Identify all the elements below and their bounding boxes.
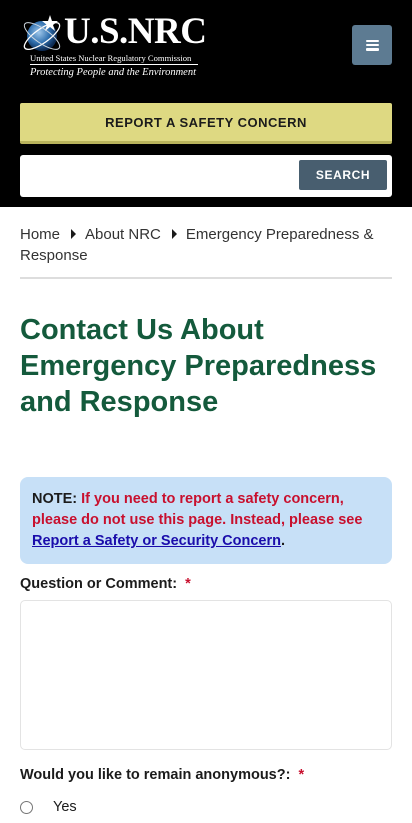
report-safety-concern-button[interactable]: REPORT A SAFETY CONCERN (20, 103, 392, 144)
caret-right-icon (171, 229, 177, 239)
menu-button[interactable] (352, 25, 392, 65)
breadcrumb-divider (20, 277, 392, 279)
search-button[interactable]: SEARCH (299, 160, 387, 190)
radio-yes[interactable] (20, 800, 33, 814)
anonymous-label: Would you like to remain anonymous?: * (20, 767, 304, 783)
logo-title: U.S.NRC (64, 11, 207, 52)
note-alert: NOTE: If you need to report a safety con… (20, 477, 392, 564)
question-textarea[interactable] (20, 600, 392, 750)
nrc-logo[interactable]: U.S.NRC United States Nuclear Regulatory… (20, 10, 210, 82)
question-label-text: Question or Comment: (20, 576, 178, 592)
page-title: Contact Us About Emergency Preparedness … (20, 314, 377, 418)
question-label: Question or Comment: * (20, 576, 191, 592)
caret-right-icon (71, 229, 77, 239)
breadcrumb: Home About NRC Emergency Preparedness & Re… (20, 224, 392, 266)
breadcrumb-home[interactable]: Home (20, 226, 60, 243)
report-safety-security-link[interactable]: Report a Safety or Security Concern (32, 533, 281, 549)
search-input[interactable] (26, 161, 296, 191)
search-bar: SEARCH (20, 155, 392, 197)
site-header: U.S.NRC United States Nuclear Regulatory… (0, 0, 412, 207)
note-period: . (281, 533, 286, 549)
required-marker: * (185, 576, 191, 592)
logo-subtitle: United States Nuclear Regulatory Commiss… (30, 53, 192, 63)
note-text: If you need to report a safety concern, … (32, 491, 363, 528)
hamburger-menu-icon (365, 39, 379, 51)
required-marker: * (298, 767, 305, 783)
note-label: NOTE: (32, 491, 78, 507)
logo-divider (30, 64, 198, 65)
anonymous-option-yes[interactable]: Yes (20, 799, 77, 815)
anonymous-label-text: Would you like to remain anonymous?: (20, 767, 291, 783)
radio-yes-label: Yes (53, 799, 77, 815)
breadcrumb-about-nrc[interactable]: About NRC (85, 226, 161, 243)
atom-globe-icon (23, 15, 61, 51)
logo-tagline: Protecting People and the Environment (30, 67, 197, 78)
